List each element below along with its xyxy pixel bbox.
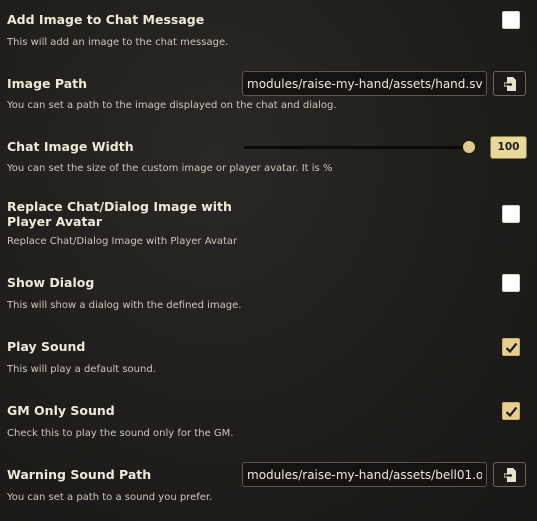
setting-hint: Check this to play the sound only for th… (7, 428, 234, 439)
setting-hint: You can set a path to a sound you prefer… (7, 492, 213, 503)
gm-only-sound-checkbox[interactable] (502, 402, 520, 420)
slider-thumb[interactable] (463, 141, 475, 153)
file-picker-icon (504, 77, 516, 91)
setting-label: Image Path (7, 76, 88, 91)
warning-sound-file-picker-button[interactable] (493, 462, 526, 487)
warning-sound-path-input[interactable] (242, 462, 487, 487)
setting-hint: Replace Chat/Dialog Image with Player Av… (7, 236, 238, 247)
setting-label: Replace Chat/Dialog Image with Player Av… (7, 199, 232, 229)
setting-label: Play Sound (7, 339, 86, 354)
slider-fill (244, 146, 469, 149)
setting-label: Add Image to Chat Message (7, 12, 205, 27)
show-dialog-checkbox[interactable] (502, 274, 520, 292)
add-image-checkbox[interactable] (502, 11, 520, 29)
chat-image-width-slider[interactable] (244, 141, 475, 153)
chat-image-width-value: 100 (490, 136, 527, 159)
replace-image-checkbox[interactable] (502, 205, 520, 223)
checkmark-icon (505, 342, 518, 354)
checkmark-icon (505, 406, 518, 418)
image-path-file-picker-button[interactable] (493, 71, 526, 96)
setting-label: Warning Sound Path (7, 467, 152, 482)
setting-hint: You can set a path to the image displaye… (7, 100, 337, 111)
setting-label: Show Dialog (7, 275, 95, 290)
setting-label: GM Only Sound (7, 403, 115, 418)
setting-hint: This will add an image to the chat messa… (7, 37, 229, 48)
image-path-input[interactable] (242, 71, 487, 96)
setting-hint: This will play a default sound. (7, 364, 156, 375)
setting-label: Chat Image Width (7, 139, 134, 154)
play-sound-checkbox[interactable] (502, 338, 520, 356)
setting-hint: This will show a dialog with the defined… (7, 300, 242, 311)
setting-hint: You can set the size of the custom image… (7, 163, 333, 174)
file-picker-icon (504, 468, 516, 482)
